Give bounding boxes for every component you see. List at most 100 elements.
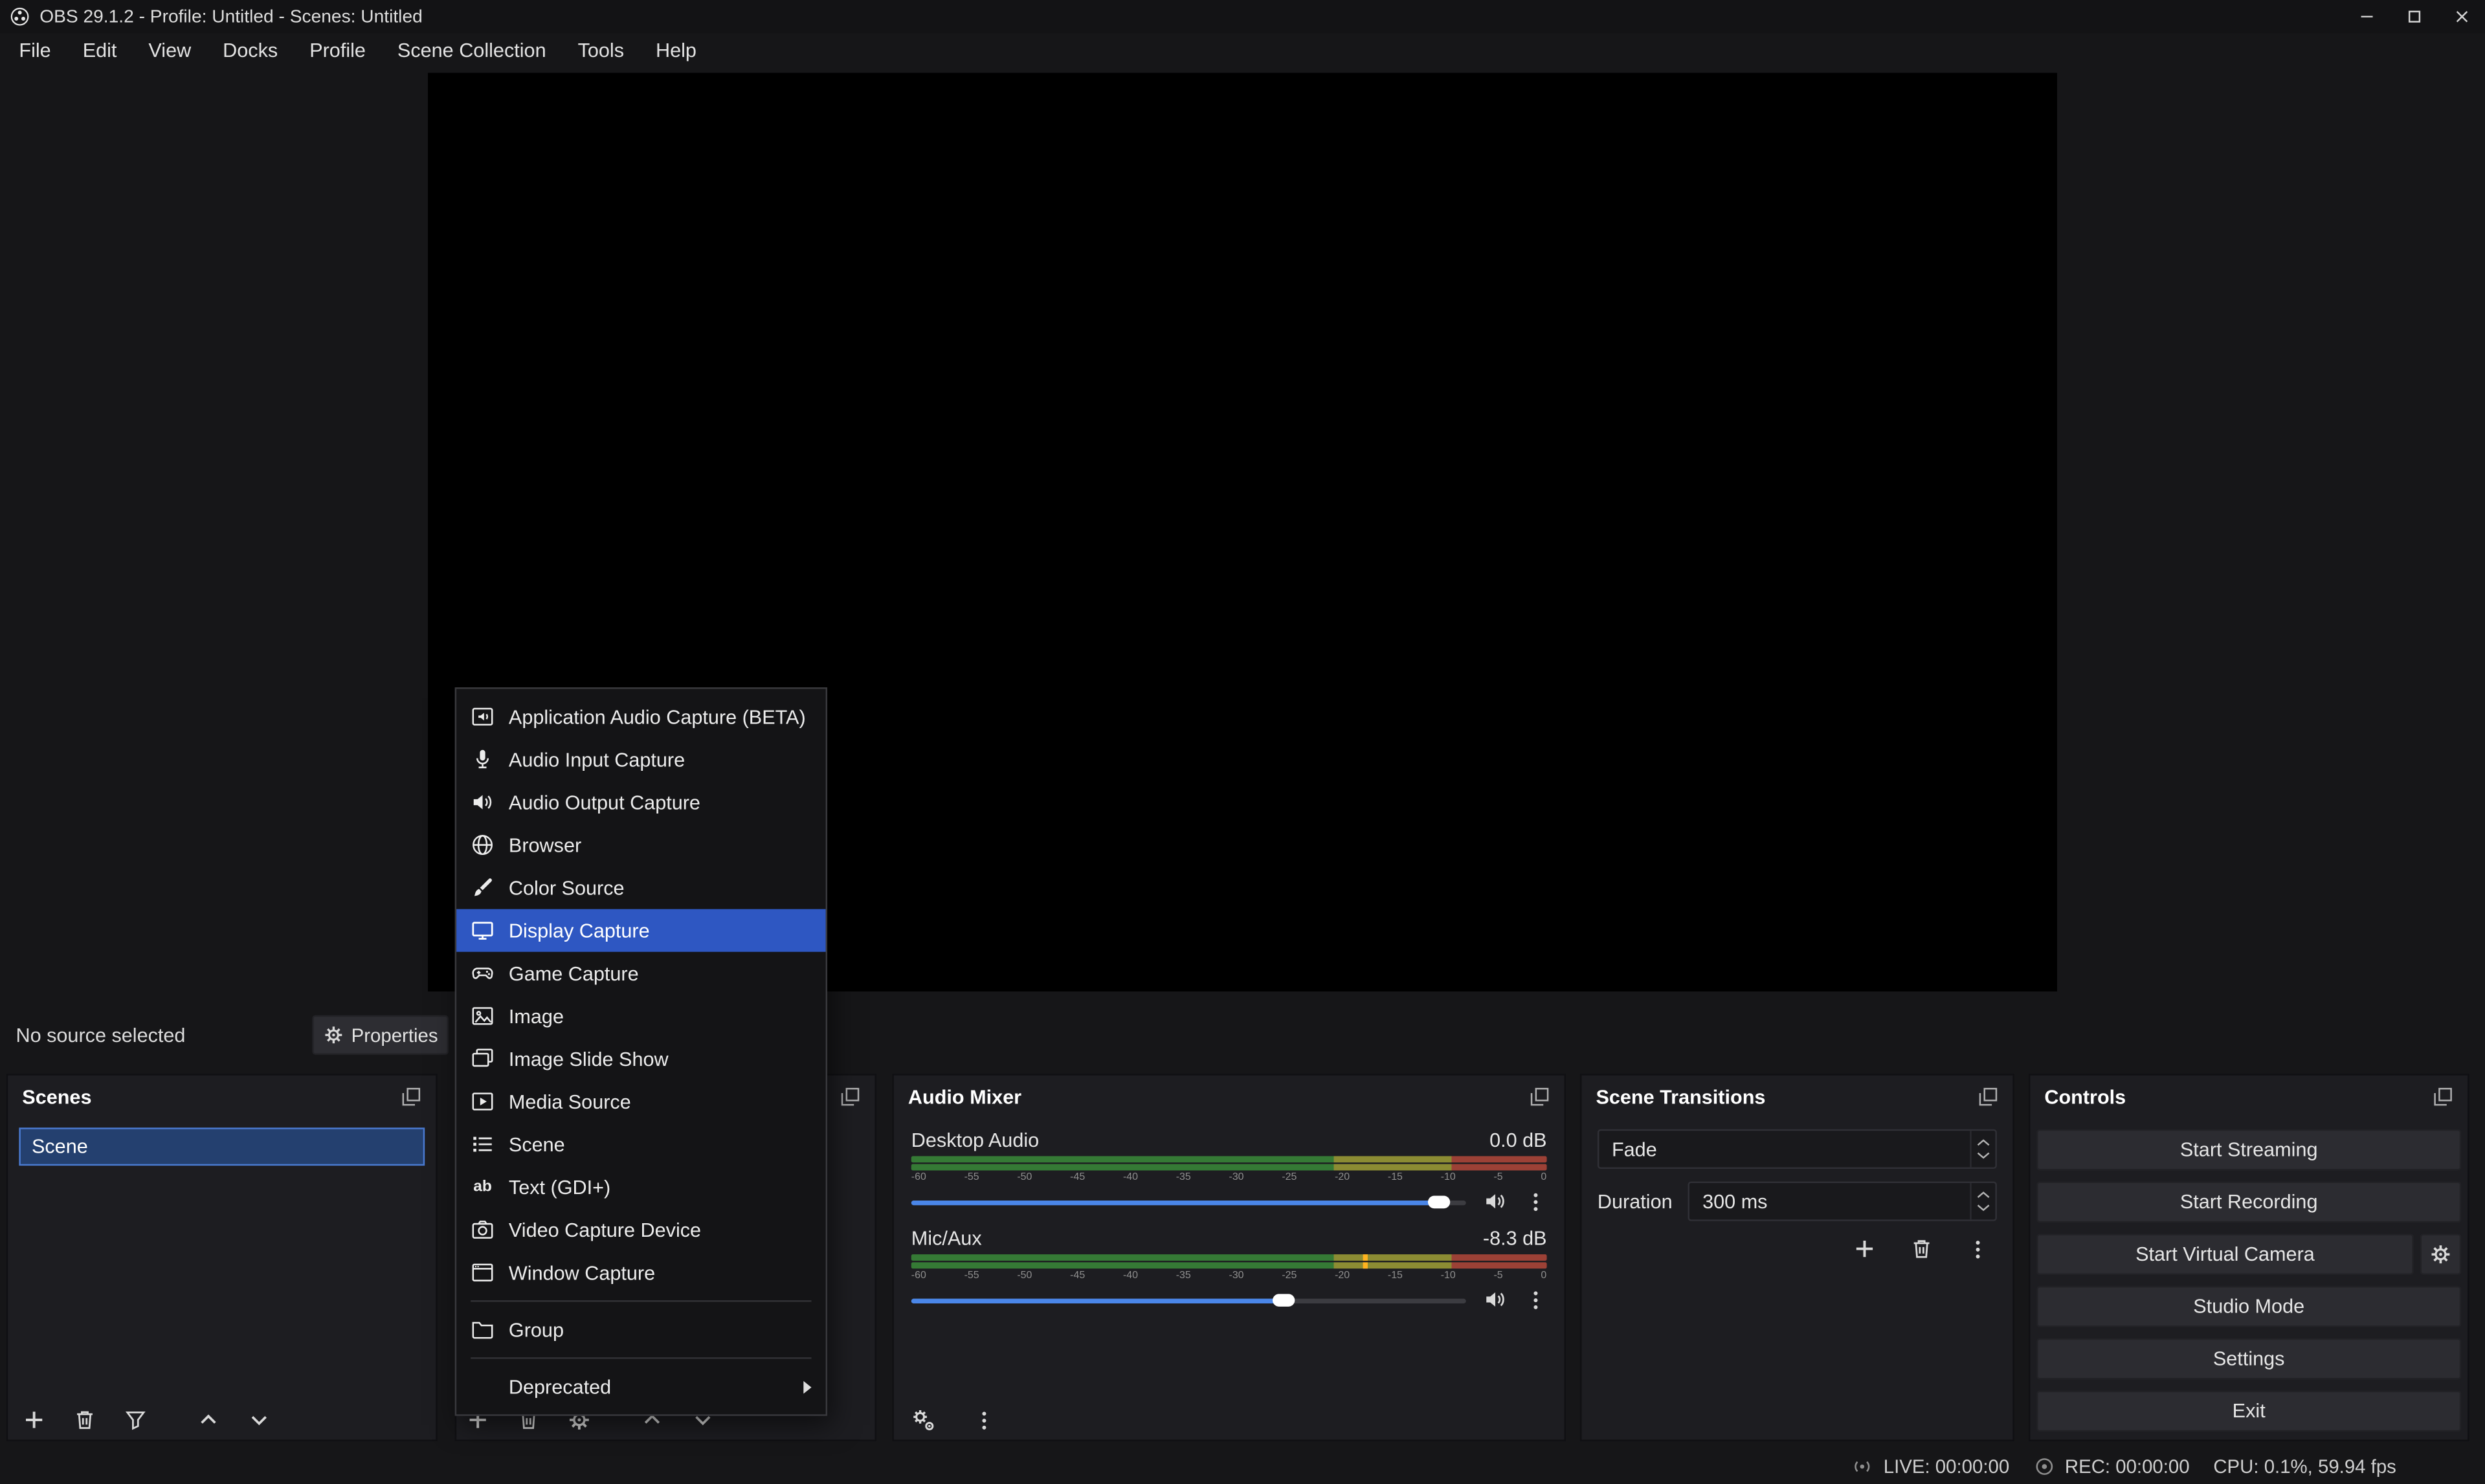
close-button[interactable] xyxy=(2438,0,2485,33)
popout-icon[interactable] xyxy=(1978,1087,1999,1107)
obs-window: OBS 29.1.2 - Profile: Untitled - Scenes:… xyxy=(0,0,2485,1484)
remove-scene-button[interactable] xyxy=(73,1408,97,1432)
slideshow-icon xyxy=(471,1047,495,1071)
menu-item-media-source[interactable]: Media Source xyxy=(456,1080,825,1123)
menu-item-color-source[interactable]: Color Source xyxy=(456,867,825,909)
scene-filters-button[interactable] xyxy=(124,1408,148,1432)
list-icon xyxy=(471,1133,495,1157)
camera-icon xyxy=(471,1218,495,1242)
scene-list-item[interactable]: Scene xyxy=(19,1127,425,1166)
menu-item-group[interactable]: Group xyxy=(456,1308,825,1351)
menu-help[interactable]: Help xyxy=(640,33,713,68)
volume-slider[interactable] xyxy=(911,1289,1466,1311)
mixer-toolbar xyxy=(911,1408,996,1432)
gamepad-icon xyxy=(471,961,495,985)
broadcast-icon xyxy=(1852,1456,1874,1478)
audio-mixer-header: Audio Mixer xyxy=(894,1076,1565,1118)
popout-icon[interactable] xyxy=(2433,1087,2453,1107)
channel-options-icon[interactable] xyxy=(1524,1190,1546,1212)
play-icon xyxy=(471,1090,495,1114)
menu-item-text-gdi[interactable]: ab Text (GDI+) xyxy=(456,1166,825,1208)
menu-item-audio-input-capture[interactable]: Audio Input Capture xyxy=(456,738,825,781)
properties-button[interactable]: Properties xyxy=(312,1015,449,1055)
menu-item-application-audio-capture[interactable]: Application Audio Capture (BETA) xyxy=(456,695,825,738)
transition-options-icon[interactable] xyxy=(1967,1237,1989,1259)
menu-item-window-capture[interactable]: Window Capture xyxy=(456,1251,825,1294)
add-transition-button[interactable] xyxy=(1853,1237,1877,1261)
menu-scene-collection[interactable]: Scene Collection xyxy=(381,33,562,68)
channel-options-icon[interactable] xyxy=(1524,1289,1546,1311)
channel-name: Mic/Aux xyxy=(911,1228,982,1250)
channel-header-row: Mic/Aux -8.3 dB xyxy=(911,1228,1547,1250)
no-source-selected-text: No source selected xyxy=(16,1024,185,1047)
mixer-options-icon[interactable] xyxy=(973,1409,995,1431)
start-recording-button[interactable]: Start Recording xyxy=(2036,1182,2461,1223)
settings-button[interactable]: Settings xyxy=(2036,1338,2461,1380)
menu-item-display-capture[interactable]: Display Capture xyxy=(456,909,825,952)
slider-handle[interactable] xyxy=(1272,1293,1294,1306)
exit-button[interactable]: Exit xyxy=(2036,1391,2461,1432)
add-scene-button[interactable] xyxy=(22,1408,46,1432)
controls-body: Start Streaming Start Recording Start Vi… xyxy=(2030,1118,2468,1432)
mute-speaker-icon[interactable] xyxy=(1484,1190,1508,1213)
maximize-button[interactable] xyxy=(2390,0,2437,33)
combo-spinner[interactable] xyxy=(1970,1131,1995,1167)
virtual-camera-row: Start Virtual Camera xyxy=(2036,1234,2461,1275)
menu-docks[interactable]: Docks xyxy=(207,33,294,68)
volume-slider[interactable] xyxy=(911,1190,1466,1212)
channel-level: 0.0 dB xyxy=(1489,1129,1546,1151)
virtual-camera-settings-button[interactable] xyxy=(2420,1234,2462,1275)
minimize-button[interactable] xyxy=(2343,0,2390,33)
menu-item-browser[interactable]: Browser xyxy=(456,824,825,867)
text-icon: ab xyxy=(471,1175,495,1199)
scenes-title: Scenes xyxy=(22,1086,91,1108)
menu-tools[interactable]: Tools xyxy=(562,33,640,68)
audio-mixer-title: Audio Mixer xyxy=(908,1086,1021,1108)
popout-icon[interactable] xyxy=(1530,1087,1550,1107)
menu-edit[interactable]: Edit xyxy=(67,33,133,68)
mixer-body: Desktop Audio 0.0 dB -60-55-50-45-40-35-… xyxy=(894,1118,1565,1312)
slider-handle[interactable] xyxy=(1427,1195,1449,1208)
start-virtual-camera-button[interactable]: Start Virtual Camera xyxy=(2036,1234,2414,1275)
live-status: LIVE: 00:00:00 xyxy=(1852,1456,2009,1478)
cpu-status: CPU: 0.1%, 59.94 fps xyxy=(2213,1456,2396,1478)
volume-slider-row xyxy=(911,1190,1547,1213)
menu-profile[interactable]: Profile xyxy=(294,33,382,68)
popout-icon[interactable] xyxy=(840,1087,861,1107)
advanced-audio-properties-icon[interactable] xyxy=(911,1408,935,1432)
volume-meter: -60-55-50-45-40-35-30-25-20-15-10-50 xyxy=(911,1156,1547,1184)
move-scene-up-button[interactable] xyxy=(197,1408,221,1432)
obs-logo-icon xyxy=(10,6,30,27)
remove-transition-button[interactable] xyxy=(1910,1237,1933,1261)
duration-label: Duration xyxy=(1598,1190,1673,1212)
start-streaming-button[interactable]: Start Streaming xyxy=(2036,1129,2461,1171)
application-audio-icon xyxy=(471,705,495,729)
mute-speaker-icon[interactable] xyxy=(1484,1288,1508,1312)
scenes-dock: Scenes Scene xyxy=(6,1074,438,1441)
menu-view[interactable]: View xyxy=(133,33,207,68)
popout-icon[interactable] xyxy=(401,1087,421,1107)
menu-item-image-slide-show[interactable]: Image Slide Show xyxy=(456,1037,825,1080)
studio-mode-button[interactable]: Studio Mode xyxy=(2036,1286,2461,1327)
controls-header: Controls xyxy=(2030,1076,2468,1118)
add-source-context-menu: Application Audio Capture (BETA) Audio I… xyxy=(455,687,827,1416)
menu-item-scene[interactable]: Scene xyxy=(456,1123,825,1166)
menu-item-image[interactable]: Image xyxy=(456,995,825,1037)
menu-item-deprecated[interactable]: Deprecated xyxy=(456,1365,825,1408)
folder-icon xyxy=(471,1318,495,1342)
record-icon xyxy=(2033,1456,2055,1478)
transition-select[interactable]: Fade xyxy=(1598,1129,1997,1169)
controls-dock: Controls Start Streaming Start Recording… xyxy=(2029,1074,2469,1441)
duration-spinbox[interactable]: 300 ms xyxy=(1688,1182,1997,1221)
menu-item-game-capture[interactable]: Game Capture xyxy=(456,952,825,995)
duration-row: Duration 300 ms xyxy=(1598,1182,1997,1221)
duration-spinner[interactable] xyxy=(1970,1183,1995,1219)
menu-item-audio-output-capture[interactable]: Audio Output Capture xyxy=(456,781,825,823)
volume-slider-row xyxy=(911,1288,1547,1312)
channel-header-row: Desktop Audio 0.0 dB xyxy=(911,1129,1547,1151)
rec-status: REC: 00:00:00 xyxy=(2033,1456,2190,1478)
menu-file[interactable]: File xyxy=(3,33,67,68)
channel-level: -8.3 dB xyxy=(1483,1228,1547,1250)
menu-item-video-capture-device[interactable]: Video Capture Device xyxy=(456,1208,825,1251)
move-scene-down-button[interactable] xyxy=(247,1408,271,1432)
